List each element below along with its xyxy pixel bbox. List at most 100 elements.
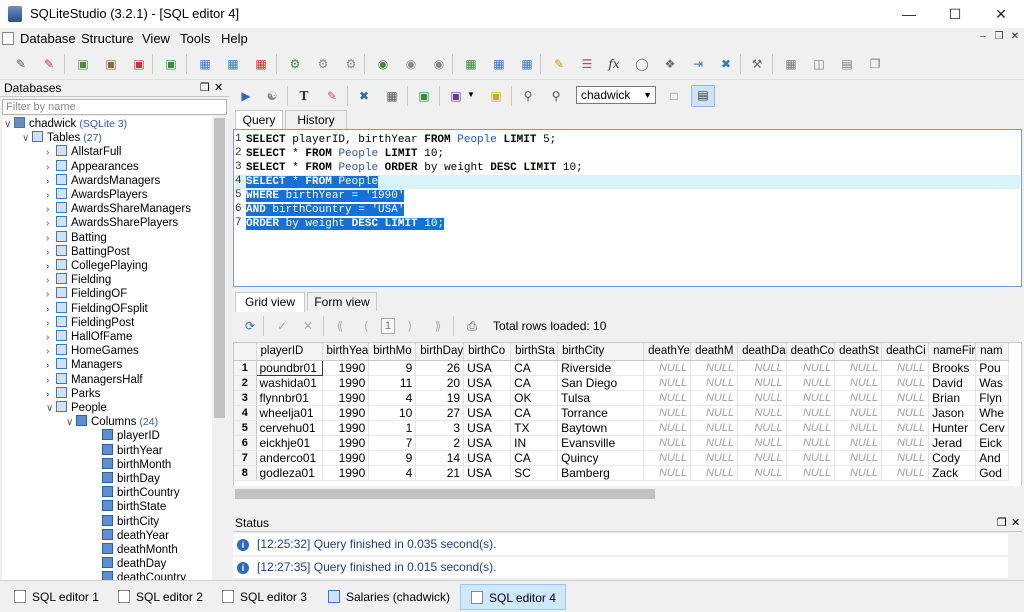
tree-item-column[interactable]: playerID — [92, 429, 160, 443]
table-row[interactable]: 5 cervehu01 1990 1 3 USA TX Baytown NULL NULL NULL… — [234, 420, 1009, 436]
chevron-right-icon[interactable]: › — [46, 345, 56, 359]
table-cell[interactable]: NULL — [643, 390, 692, 406]
table-cell[interactable]: NULL — [881, 360, 930, 376]
table-cell[interactable]: USA — [463, 435, 512, 451]
config-icon[interactable]: ⚒ — [748, 55, 766, 73]
previous-page-icon[interactable]: ⟨ — [357, 317, 375, 335]
tree-item-table[interactable]: › Parks — [46, 386, 100, 401]
chevron-right-icon[interactable]: › — [46, 146, 56, 160]
column-header[interactable]: deathDa — [737, 343, 787, 361]
add-db-icon[interactable]: ▣ — [74, 55, 92, 73]
chevron-right-icon[interactable]: › — [46, 217, 56, 231]
tree-scrollbar-thumb[interactable] — [214, 118, 225, 418]
menu-tools[interactable]: Tools — [180, 31, 210, 46]
close-button[interactable]: ✕ — [978, 0, 1024, 28]
save-menu-chevron-down-icon[interactable]: ▼ — [467, 90, 475, 99]
table-cell[interactable]: washida01 — [256, 375, 323, 391]
table-cell[interactable]: 9 — [368, 360, 417, 376]
chevron-right-icon[interactable]: › — [46, 288, 56, 302]
table-cell[interactable]: NULL — [881, 390, 930, 406]
rollback-icon[interactable]: ✕ — [299, 317, 317, 335]
tree-item-table[interactable]: › BattingPost — [46, 244, 130, 259]
table-cell[interactable]: NULL — [690, 435, 739, 451]
table-cell[interactable]: 1990 — [322, 360, 370, 376]
table-cell[interactable]: USA — [463, 360, 512, 376]
table-cell[interactable]: NULL — [786, 405, 836, 421]
table-cell[interactable]: NULL — [834, 450, 883, 466]
table-cell[interactable]: NULL — [737, 375, 787, 391]
tree-item-table[interactable]: › FieldingOF — [46, 287, 127, 301]
open-sql-file-icon[interactable]: ▣ — [487, 87, 505, 105]
extensions-icon[interactable]: ❖ — [661, 55, 679, 73]
table-cell[interactable]: NULL — [643, 435, 692, 451]
table-cell[interactable]: anderco01 — [256, 450, 323, 466]
table-cell[interactable]: And — [975, 450, 1009, 466]
table-cell[interactable]: NULL — [690, 405, 739, 421]
menu-database[interactable]: Database — [20, 31, 76, 46]
edit-trigger-icon[interactable]: ◉ — [402, 55, 420, 73]
table-cell[interactable]: NULL — [786, 450, 836, 466]
table-cell[interactable]: wheelja01 — [256, 405, 323, 421]
column-header[interactable]: deathSt — [834, 343, 883, 361]
export-results-icon[interactable]: ✖ — [355, 87, 373, 105]
table-cell[interactable]: TX — [510, 420, 559, 436]
tree-item-table[interactable]: › ManagersHalf — [46, 372, 143, 388]
create-view-icon[interactable]: ▦ — [462, 55, 480, 73]
save-sql-icon[interactable]: ▣ — [447, 87, 465, 105]
table-cell[interactable]: NULL — [834, 390, 883, 406]
chevron-right-icon[interactable]: › — [46, 303, 56, 317]
tree-item-table[interactable]: › AwardsSharePlayers — [46, 216, 178, 230]
table-cell[interactable]: NULL — [643, 405, 692, 421]
table-cell[interactable]: 1990 — [322, 390, 370, 406]
column-header[interactable]: playerID — [256, 343, 323, 361]
table-cell[interactable]: Jerad — [928, 435, 977, 451]
table-cell[interactable]: Tulsa — [557, 390, 645, 406]
column-header[interactable]: birthYea — [322, 343, 370, 361]
table-cell[interactable]: 27 — [415, 405, 465, 421]
column-header[interactable]: deathCo — [786, 343, 836, 361]
tree-item-table[interactable]: › Fielding — [46, 273, 111, 287]
table-cell[interactable]: San Diego — [557, 375, 645, 391]
table-cell[interactable]: 21 — [415, 465, 465, 481]
table-cell[interactable]: NULL — [834, 435, 883, 451]
column-header[interactable]: birthCo — [463, 343, 512, 361]
table-cell[interactable]: 1990 — [322, 435, 370, 451]
explain-query-icon[interactable]: ☯ — [263, 87, 281, 105]
table-cell[interactable]: NULL — [737, 465, 787, 481]
tree-item-column[interactable]: birthMonth — [92, 457, 171, 472]
column-header[interactable]: deathM — [690, 343, 739, 361]
refresh-db-icon[interactable]: ▣ — [162, 55, 180, 73]
mdi-restore-icon[interactable]: ❐ — [992, 30, 1006, 44]
tree-item-table[interactable]: › HomeGames — [46, 344, 139, 358]
grid-scrollbar-thumb[interactable] — [235, 489, 655, 499]
chevron-right-icon[interactable]: › — [46, 374, 56, 388]
chevron-down-icon[interactable]: ∨ — [66, 416, 76, 430]
chevron-down-icon[interactable]: ∨ — [22, 132, 32, 146]
collations-icon[interactable]: ◯ — [633, 55, 651, 73]
table-row[interactable]: 4 wheelja01 1990 10 27 USA CA Torrance NULL NULL N… — [234, 405, 1009, 421]
table-cell[interactable]: Riverside — [557, 360, 645, 376]
open-sql-editor-icon[interactable]: ✎ — [550, 55, 568, 73]
table-cell[interactable]: Flyn — [975, 390, 1009, 406]
first-page-icon[interactable]: ⟪ — [331, 317, 349, 335]
cascade-windows-icon[interactable]: ❐ — [866, 55, 884, 73]
refresh-results-icon[interactable]: ⟳ — [241, 317, 259, 335]
table-cell[interactable]: 10 — [368, 405, 417, 421]
table-cell[interactable]: SC — [510, 465, 559, 481]
table-cell[interactable]: 20 — [415, 375, 465, 391]
tree-item-column[interactable]: deathCountry — [92, 571, 186, 580]
table-cell[interactable]: flynnbr01 — [256, 390, 323, 406]
table-cell[interactable]: Torrance — [557, 405, 645, 421]
tree-item-table[interactable]: › CollegePlaying — [46, 259, 148, 273]
table-cell[interactable]: USA — [463, 465, 512, 481]
column-header[interactable]: nam — [975, 343, 1009, 361]
table-cell[interactable]: NULL — [643, 465, 692, 481]
create-view-from-query-icon[interactable]: ▦ — [383, 87, 401, 105]
table-cell[interactable]: NULL — [786, 420, 836, 436]
find-icon[interactable]: ⚲ — [519, 87, 537, 105]
table-cell[interactable]: CA — [510, 360, 559, 376]
tile-vertical-icon[interactable]: ▤ — [838, 55, 856, 73]
task-sql-editor-2[interactable]: SQL editor 2 — [108, 584, 210, 610]
table-cell[interactable]: NULL — [834, 405, 883, 421]
table-cell[interactable]: poundbr01 — [255, 359, 323, 376]
